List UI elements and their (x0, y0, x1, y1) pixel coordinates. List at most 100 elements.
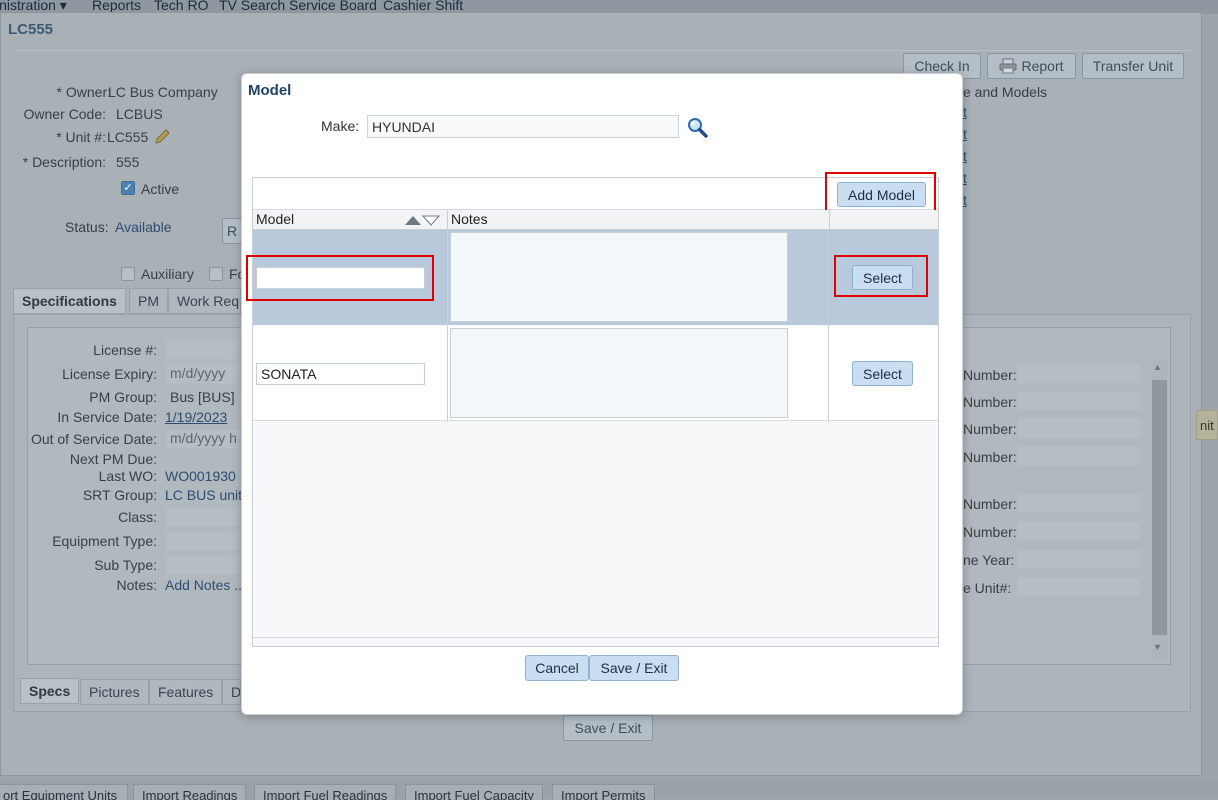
tab-specs[interactable]: Specs (20, 678, 80, 704)
model-input-highlight (246, 255, 434, 301)
auxiliary-label: Auxiliary (141, 266, 194, 282)
t-link-4[interactable]: t (963, 170, 967, 186)
notes-label: Notes: (116, 577, 157, 593)
next-pm-due-label: Next PM Due: (69, 451, 157, 467)
add-model-highlight (825, 172, 936, 213)
side-tooltip-partial: nit (1196, 410, 1218, 440)
select-button-highlight (834, 255, 928, 297)
owner-label: * Owner: (56, 84, 111, 100)
t-link-2[interactable]: t (963, 126, 967, 142)
printer-icon (999, 57, 1017, 81)
srt-group-value[interactable]: LC BUS units (165, 487, 241, 503)
save-exit-button[interactable]: Save / Exit (589, 655, 679, 681)
owner-code-label: Owner Code: (23, 106, 106, 122)
sub-type-input[interactable] (165, 555, 241, 575)
auxiliary-checkbox[interactable] (121, 267, 135, 281)
scroll-down-icon[interactable]: ▼ (1153, 642, 1162, 652)
report-button[interactable]: Report (987, 53, 1076, 79)
pm-group-label: PM Group: (89, 389, 157, 405)
srt-group-label: SRT Group: (82, 487, 157, 503)
tab-work-requests[interactable]: Work Requ (168, 288, 241, 314)
make-input[interactable] (367, 115, 679, 138)
dialog-title: Model (248, 82, 292, 99)
t-link-5[interactable]: t (963, 192, 967, 208)
make-and-models-link[interactable]: e and Models (963, 84, 1047, 100)
right-label-7: ne Year: (963, 552, 1015, 568)
equipment-type-label: Equipment Type: (52, 533, 157, 549)
class-label: Class: (118, 509, 157, 525)
title-divider (14, 50, 1194, 51)
out-of-service-date-input[interactable]: m/d/yyyy h (165, 429, 241, 449)
make-label: Make: (321, 118, 360, 134)
license-expiry-label: License Expiry: (62, 366, 157, 382)
right-input-5[interactable] (1017, 493, 1141, 513)
t-link-1[interactable]: t (963, 104, 967, 120)
secondary-checkbox-label: Fo (229, 266, 241, 282)
transfer-unit-button[interactable]: Transfer Unit (1082, 53, 1184, 79)
scroll-up-icon[interactable]: ▲ (1153, 362, 1162, 372)
in-service-date-value[interactable]: 1/19/2023 (165, 409, 227, 425)
column-divider (447, 230, 448, 422)
t-link-3[interactable]: t (963, 148, 967, 164)
right-input-3[interactable] (1017, 418, 1141, 438)
add-notes-link[interactable]: Add Notes .. (165, 577, 242, 593)
right-label-4: Number: (963, 449, 1017, 465)
right-input-6[interactable] (1017, 521, 1141, 541)
cancel-button[interactable]: Cancel (525, 655, 589, 681)
equipment-type-input[interactable] (165, 531, 241, 551)
select-button[interactable]: Select (852, 361, 913, 386)
report-label: Report (1021, 58, 1064, 74)
model-notes-textarea[interactable] (450, 232, 788, 322)
model-name-input[interactable] (256, 363, 425, 385)
model-notes-textarea[interactable] (450, 328, 788, 418)
right-input-8[interactable] (1017, 577, 1141, 597)
owner-code-value: LCBUS (116, 106, 163, 122)
sub-type-label: Sub Type: (94, 557, 157, 573)
description-label: * Description: (22, 154, 106, 170)
status-label: Status: (65, 219, 109, 235)
model-header-label: Model (256, 211, 295, 227)
description-value: 555 (116, 154, 140, 170)
license-input[interactable] (165, 340, 241, 360)
pm-group-value[interactable]: Bus [BUS] (170, 389, 241, 405)
pencil-icon[interactable] (153, 128, 171, 146)
right-input-1[interactable] (1017, 364, 1141, 384)
active-label: Active (141, 181, 180, 197)
status-button-partial[interactable]: R (222, 218, 242, 244)
out-of-service-date-label: Out of Service Date: (30, 431, 157, 447)
right-label-5: Number: (963, 496, 1017, 512)
right-label-8: e Unit#: (963, 580, 1012, 596)
right-input-2[interactable] (1017, 391, 1141, 411)
tab-pictures[interactable]: Pictures (80, 679, 149, 705)
tab-specifications[interactable]: Specifications (13, 288, 126, 314)
last-wo-value[interactable]: WO001930 (165, 468, 236, 484)
spec-scrollbar[interactable]: ▲ ▼ (1151, 360, 1168, 658)
right-label-1: Number: (963, 367, 1017, 383)
notes-header-label: Notes (451, 211, 488, 227)
column-divider (828, 230, 829, 422)
sort-icon[interactable] (404, 213, 441, 226)
active-checkbox[interactable]: ✓ (121, 181, 135, 195)
license-label: License #: (93, 342, 157, 358)
background-save-exit-button[interactable]: Save / Exit (563, 715, 653, 741)
tab-partial-d[interactable]: D (222, 679, 241, 705)
license-expiry-input[interactable]: m/d/yyyy (165, 364, 241, 384)
tab-pm[interactable]: PM (129, 288, 168, 314)
owner-value: LC Bus Company (108, 84, 218, 100)
last-wo-label: Last WO: (98, 468, 157, 484)
tab-features[interactable]: Features (149, 679, 223, 705)
secondary-checkbox[interactable] (209, 267, 223, 281)
scrollbar-thumb[interactable] (1152, 380, 1167, 635)
unit-number-label: * Unit #: (56, 129, 106, 145)
right-input-7[interactable] (1017, 549, 1141, 569)
window-title: LC555 (8, 21, 54, 38)
right-label-6: Number: (963, 524, 1017, 540)
right-input-4[interactable] (1017, 446, 1141, 466)
class-input[interactable] (165, 507, 241, 527)
column-header-actions (829, 210, 938, 230)
column-header-notes[interactable]: Notes (447, 210, 829, 230)
status-value: Available (115, 219, 172, 235)
grid-footer-line (253, 637, 938, 638)
right-label-2: Number: (963, 394, 1017, 410)
search-icon[interactable] (686, 116, 708, 138)
